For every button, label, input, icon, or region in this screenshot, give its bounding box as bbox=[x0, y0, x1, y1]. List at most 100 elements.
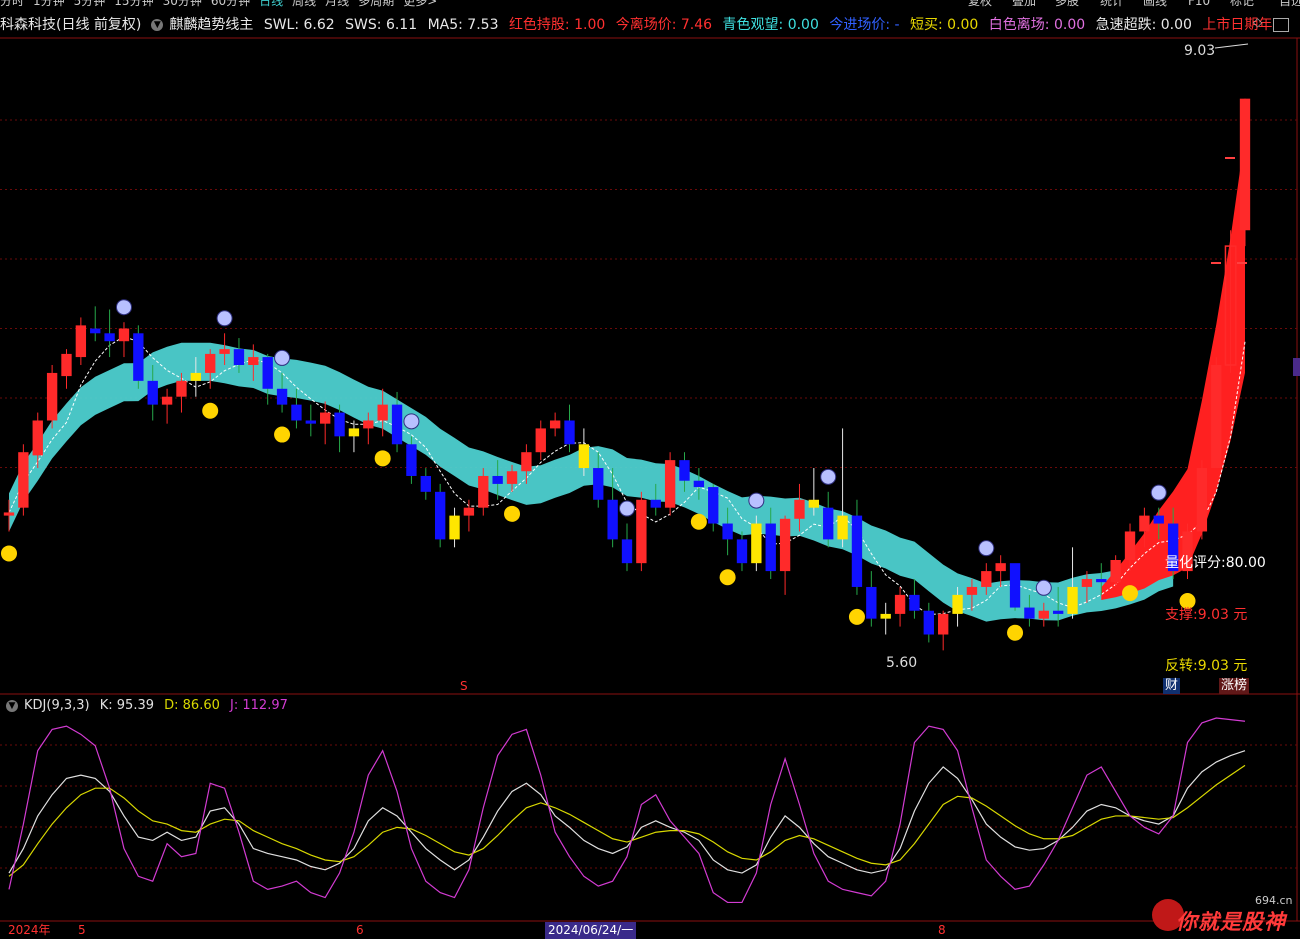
candle-body-1 bbox=[18, 452, 29, 508]
price-chart-svg bbox=[0, 37, 1300, 922]
candle-body-32 bbox=[463, 507, 475, 516]
frown-icon-1 bbox=[216, 310, 233, 327]
candle-body-4 bbox=[61, 353, 72, 377]
candle-body-28 bbox=[406, 444, 417, 476]
frown-icon-6 bbox=[820, 468, 837, 485]
candle-body-13 bbox=[190, 372, 202, 381]
candle-body-40 bbox=[578, 444, 590, 469]
smiley-icon-0 bbox=[1, 545, 17, 562]
candle-body-41 bbox=[593, 468, 604, 500]
candle-body-71 bbox=[1024, 607, 1035, 619]
frown-icon-8 bbox=[1035, 579, 1052, 596]
candle-body-25 bbox=[363, 420, 374, 429]
candle-body-36 bbox=[521, 452, 532, 472]
candle-body-9 bbox=[133, 333, 144, 381]
smiley-icon-8 bbox=[1007, 624, 1024, 641]
candle-body-24 bbox=[348, 428, 360, 437]
candle-body-72 bbox=[1038, 610, 1049, 619]
finance-badge[interactable]: 财 bbox=[1163, 678, 1181, 694]
frown-icon-5 bbox=[748, 492, 765, 509]
candle-body-22 bbox=[320, 412, 331, 424]
candle-body-45 bbox=[650, 499, 661, 508]
candle-body-6 bbox=[90, 328, 101, 334]
candle-body-68 bbox=[981, 571, 992, 587]
candle-body-59 bbox=[851, 515, 863, 587]
candle-body-54 bbox=[779, 518, 791, 572]
smiley-icon-7 bbox=[848, 608, 865, 625]
candle-body-10 bbox=[147, 380, 158, 405]
candle-body-19 bbox=[276, 388, 288, 405]
candle-body-30 bbox=[434, 491, 446, 540]
candle-body-65 bbox=[938, 613, 949, 635]
smiley-icon-6 bbox=[719, 569, 736, 586]
candle-body-14 bbox=[205, 353, 216, 373]
candle-body-55 bbox=[794, 499, 805, 519]
candle-body-49 bbox=[708, 487, 719, 524]
candle-body-20 bbox=[291, 404, 302, 421]
candle-body-29 bbox=[420, 475, 431, 492]
scroll-marker bbox=[1293, 358, 1300, 376]
candle-body-33 bbox=[478, 475, 489, 508]
candle-body-21 bbox=[305, 420, 316, 424]
candle-body-70 bbox=[1009, 563, 1021, 608]
candle-body-0 bbox=[3, 512, 15, 516]
s-marker: S bbox=[460, 679, 468, 693]
kdj-j-line bbox=[8, 717, 1246, 904]
candle-body-11 bbox=[161, 396, 173, 405]
low-price-label: 5.60 bbox=[886, 655, 918, 671]
kdj-name[interactable]: KDJ(9,3,3) bbox=[24, 698, 90, 713]
kdj-dropdown-icon[interactable]: ▼ bbox=[6, 699, 18, 712]
candle-body-37 bbox=[535, 428, 546, 453]
candle-body-23 bbox=[334, 412, 345, 437]
candle-body-26 bbox=[377, 404, 388, 421]
candle-body-48 bbox=[693, 480, 705, 488]
frown-icon-4 bbox=[619, 500, 635, 517]
candle-body-77 bbox=[1110, 560, 1121, 583]
candle-body-51 bbox=[736, 539, 748, 564]
candle-body-34 bbox=[492, 475, 503, 484]
candle-body-60 bbox=[866, 586, 877, 619]
candle-body-8 bbox=[118, 328, 130, 342]
candle-body-27 bbox=[391, 404, 403, 445]
candle-body-67 bbox=[966, 586, 978, 595]
x-label-may: 5 bbox=[78, 923, 86, 937]
smiley-icon-3 bbox=[374, 450, 391, 467]
rank-badge[interactable]: 涨榜 bbox=[1219, 678, 1250, 694]
reversal-label: 反转:9.03 元 bbox=[1165, 658, 1248, 674]
x-axis: 2024年 5 6 2024/06/24/一 8 bbox=[0, 922, 1300, 939]
smiley-icon-5 bbox=[690, 513, 707, 530]
candle-body-5 bbox=[75, 325, 87, 358]
candle-body-16 bbox=[233, 349, 245, 365]
candle-body-7 bbox=[104, 333, 115, 342]
x-label-jun: 6 bbox=[356, 923, 364, 937]
smiley-icon-4 bbox=[504, 505, 521, 522]
frown-icon-0 bbox=[115, 299, 132, 316]
kdj-k-value: K: 95.39 bbox=[99, 698, 154, 713]
candle-body-86 bbox=[1239, 98, 1251, 231]
candle-body-43 bbox=[621, 539, 633, 564]
high-price-label: 9.03 bbox=[1184, 43, 1216, 59]
kdj-j-value: J: 112.97 bbox=[230, 698, 288, 713]
candle-body-74 bbox=[1067, 586, 1078, 614]
candle-body-39 bbox=[564, 420, 575, 445]
x-label-year: 2024年 bbox=[8, 923, 51, 937]
candle-body-17 bbox=[248, 357, 259, 365]
frown-icon-3 bbox=[403, 413, 420, 430]
candle-body-75 bbox=[1081, 579, 1093, 587]
kdj-d-value: D: 86.60 bbox=[164, 698, 220, 713]
candle-body-31 bbox=[449, 515, 460, 540]
candle-body-66 bbox=[952, 594, 963, 614]
high-pointer bbox=[1214, 43, 1249, 49]
candle-body-73 bbox=[1052, 610, 1064, 614]
candle-body-50 bbox=[722, 523, 733, 540]
candle-body-64 bbox=[923, 610, 934, 635]
candle-body-53 bbox=[765, 523, 776, 572]
candle-body-44 bbox=[636, 499, 647, 564]
candle-body-78 bbox=[1124, 531, 1136, 560]
candle-body-3 bbox=[46, 372, 58, 421]
frown-icon-2 bbox=[274, 349, 291, 366]
frown-icon-9 bbox=[1150, 484, 1167, 501]
score-label: 量化评分:80.00 bbox=[1165, 555, 1266, 571]
candle-body-18 bbox=[262, 357, 273, 389]
x-label-cursor-date[interactable]: 2024/06/24/一 bbox=[545, 922, 637, 939]
